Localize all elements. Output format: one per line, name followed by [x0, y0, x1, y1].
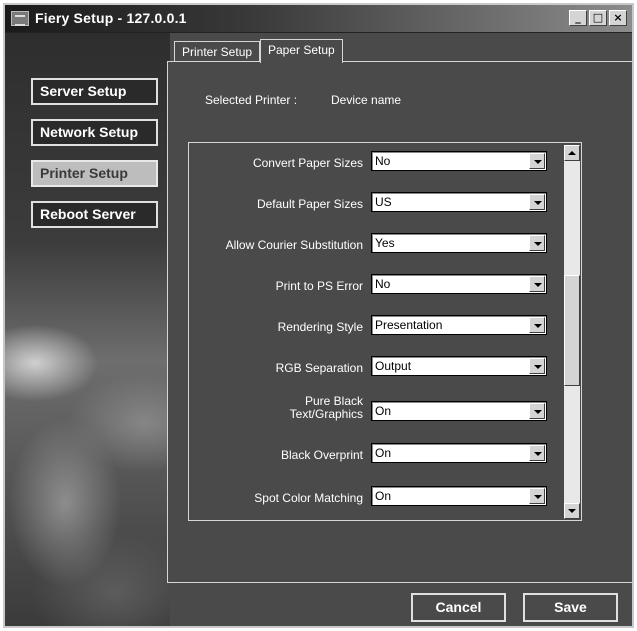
window-controls: _ □ × [569, 10, 627, 26]
setting-print-to-ps-error: Print to PS Error No [189, 268, 559, 308]
setting-black-overprint: Black Overprint On [189, 432, 559, 472]
sidebar-item-reboot-server[interactable]: Reboot Server [31, 201, 158, 228]
window-title: Fiery Setup - 127.0.0.1 [35, 10, 187, 26]
chevron-down-icon[interactable] [529, 403, 545, 419]
select-value: Yes [375, 236, 395, 250]
setting-label: Spot Color Matching [254, 491, 363, 505]
select-value: US [375, 195, 392, 209]
chevron-down-icon[interactable] [529, 194, 545, 210]
setting-label: Pure Black Text/Graphics [289, 394, 363, 421]
tab-printer-setup[interactable]: Printer Setup [174, 41, 261, 63]
app-icon [11, 11, 29, 26]
close-button[interactable]: × [609, 10, 627, 26]
spot-color-matching-select[interactable]: On [371, 486, 547, 506]
setting-allow-courier-substitution: Allow Courier Substitution Yes [189, 227, 559, 267]
pure-black-text-graphics-select[interactable]: On [371, 401, 547, 421]
select-value: Output [375, 359, 412, 373]
paper-setup-panel: Selected Printer : Device name Convert P… [167, 61, 632, 583]
sidebar-item-server-setup[interactable]: Server Setup [31, 78, 158, 105]
default-paper-sizes-select[interactable]: US [371, 192, 547, 212]
chevron-down-icon[interactable] [529, 276, 545, 292]
setting-label: Rendering Style [277, 320, 363, 334]
chevron-down-icon[interactable] [529, 445, 545, 461]
select-value: No [375, 277, 391, 291]
chevron-down-icon[interactable] [529, 153, 545, 169]
cancel-button[interactable]: Cancel [411, 593, 506, 622]
chevron-down-icon[interactable] [529, 235, 545, 251]
setting-label: Allow Courier Substitution [225, 238, 363, 252]
rgb-separation-select[interactable]: Output [371, 356, 547, 376]
scroll-thumb[interactable] [564, 275, 580, 386]
sidebar-item-printer-setup[interactable]: Printer Setup [31, 160, 158, 187]
print-to-ps-error-select[interactable]: No [371, 274, 547, 294]
select-value: No [375, 154, 391, 168]
rendering-style-select[interactable]: Presentation [371, 315, 547, 335]
settings-scrollbar[interactable] [564, 145, 580, 519]
minimize-button[interactable]: _ [569, 10, 587, 26]
select-value: Presentation [375, 318, 443, 332]
select-value: On [375, 446, 392, 460]
setting-label: Print to PS Error [275, 279, 363, 293]
allow-courier-substitution-select[interactable]: Yes [371, 233, 547, 253]
scroll-down-icon[interactable] [564, 503, 580, 519]
setting-default-paper-sizes: Default Paper Sizes US [189, 186, 559, 226]
setting-pure-black-text-graphics: Pure Black Text/Graphics On [189, 391, 559, 431]
chevron-down-icon[interactable] [529, 488, 545, 504]
title-bar[interactable]: Fiery Setup - 127.0.0.1 _ □ × [5, 5, 632, 33]
selected-printer-label: Selected Printer : [205, 93, 298, 107]
setting-label: RGB Separation [275, 361, 363, 375]
scroll-up-icon[interactable] [564, 145, 580, 161]
setting-convert-paper-sizes: Convert Paper Sizes No [189, 145, 559, 185]
setting-rendering-style: Rendering Style Presentation [189, 309, 559, 349]
save-button[interactable]: Save [523, 593, 618, 622]
chevron-down-icon[interactable] [529, 317, 545, 333]
sidebar-item-network-setup[interactable]: Network Setup [31, 119, 158, 146]
tab-paper-setup[interactable]: Paper Setup [260, 39, 343, 65]
settings-list: Convert Paper Sizes No Default Paper Siz… [188, 142, 582, 521]
chevron-down-icon[interactable] [529, 358, 545, 374]
setting-rgb-separation: RGB Separation Output [189, 350, 559, 390]
black-overprint-select[interactable]: On [371, 443, 547, 463]
fiery-setup-window: Fiery Setup - 127.0.0.1 _ □ × Server Set… [3, 3, 634, 628]
setting-label: Default Paper Sizes [256, 197, 363, 211]
setting-label: Black Overprint [280, 448, 363, 462]
setting-spot-color-matching: Spot Color Matching On [189, 474, 559, 514]
select-value: On [375, 404, 392, 418]
select-value: On [375, 489, 392, 503]
setting-label: Convert Paper Sizes [252, 156, 363, 170]
maximize-button[interactable]: □ [589, 10, 607, 26]
selected-printer-value: Device name [331, 93, 402, 107]
convert-paper-sizes-select[interactable]: No [371, 151, 547, 171]
